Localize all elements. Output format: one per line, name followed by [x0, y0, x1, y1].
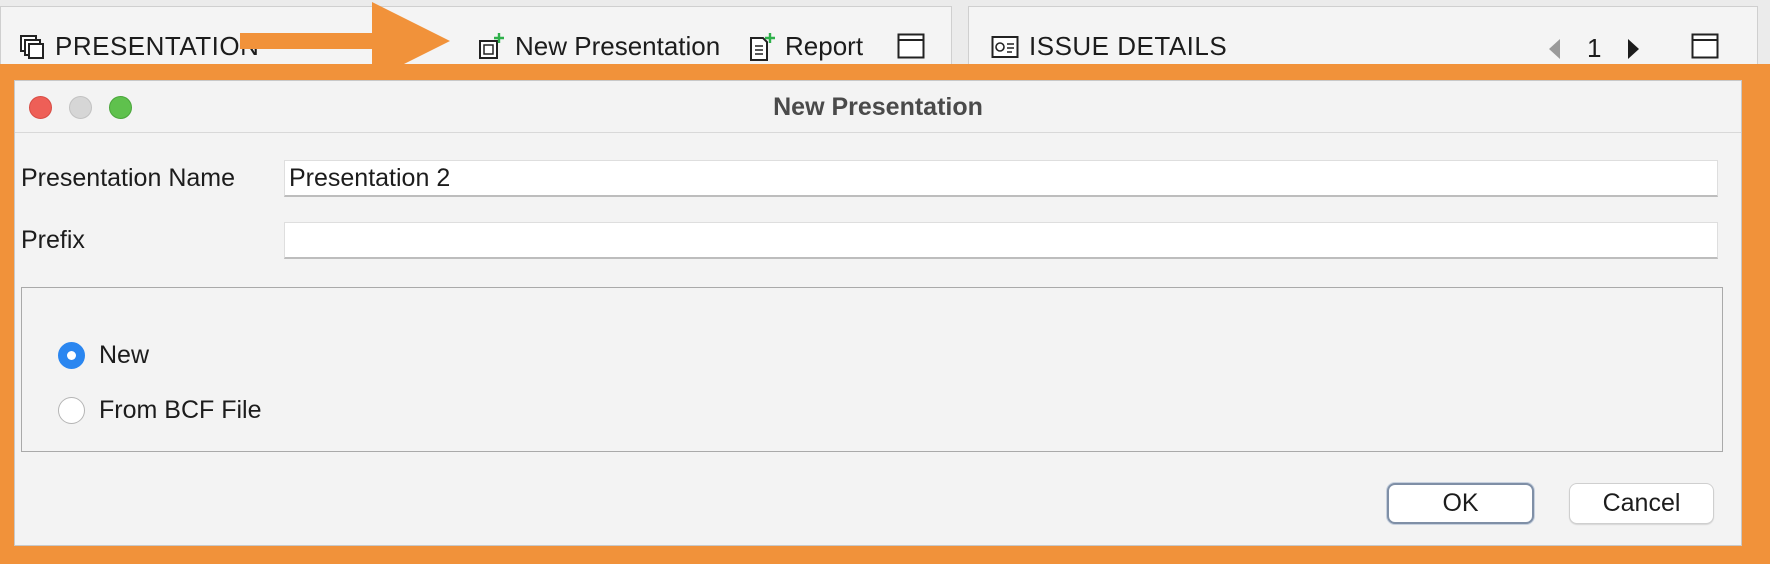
issue-window-button[interactable]: [1691, 33, 1719, 64]
dialog-titlebar: New Presentation: [15, 81, 1741, 133]
radio-new-label: New: [99, 341, 150, 369]
issue-pager: 1: [1547, 33, 1641, 64]
presentation-name-input[interactable]: [284, 160, 1718, 197]
prefix-label: Prefix: [21, 226, 85, 254]
ok-button[interactable]: OK: [1387, 483, 1534, 524]
presentation-title-text: PRESENTATION: [55, 31, 260, 61]
radio-bcf-label: From BCF File: [99, 396, 262, 424]
presentation-stack-icon: [20, 34, 44, 59]
new-presentation-label: New Presentation: [515, 31, 721, 61]
issue-details-icon: [991, 35, 1019, 58]
radio-option-from-bcf-file[interactable]: From BCF File: [58, 396, 262, 425]
window-icon: [1691, 33, 1719, 59]
presentation-panel-title: PRESENTATION: [19, 31, 259, 62]
issue-page-number: 1: [1587, 33, 1602, 63]
triangle-left-icon[interactable]: [1547, 38, 1561, 60]
new-presentation-icon: [479, 32, 504, 59]
new-presentation-dialog: New Presentation Presentation Name Prefi…: [14, 80, 1742, 546]
presentation-name-label: Presentation Name: [21, 164, 236, 192]
new-presentation-toolbar-button[interactable]: New Presentation: [477, 31, 720, 62]
source-options-group: New From BCF File: [21, 287, 1723, 452]
new-report-icon: [750, 32, 775, 61]
window-icon: [897, 33, 925, 59]
prefix-input[interactable]: [284, 222, 1718, 259]
cancel-button[interactable]: Cancel: [1569, 483, 1714, 524]
radio-bcf-circle[interactable]: [58, 397, 85, 424]
issue-details-title-text: ISSUE DETAILS: [1029, 31, 1228, 61]
presentation-window-button[interactable]: [897, 33, 925, 64]
report-toolbar-button[interactable]: Report: [747, 31, 863, 62]
issue-details-title: ISSUE DETAILS: [991, 31, 1227, 62]
triangle-right-icon[interactable]: [1627, 38, 1641, 60]
report-label: Report: [785, 31, 864, 61]
radio-option-new[interactable]: New: [58, 341, 149, 370]
radio-new-circle[interactable]: [58, 342, 85, 369]
dialog-title: New Presentation: [773, 93, 983, 121]
